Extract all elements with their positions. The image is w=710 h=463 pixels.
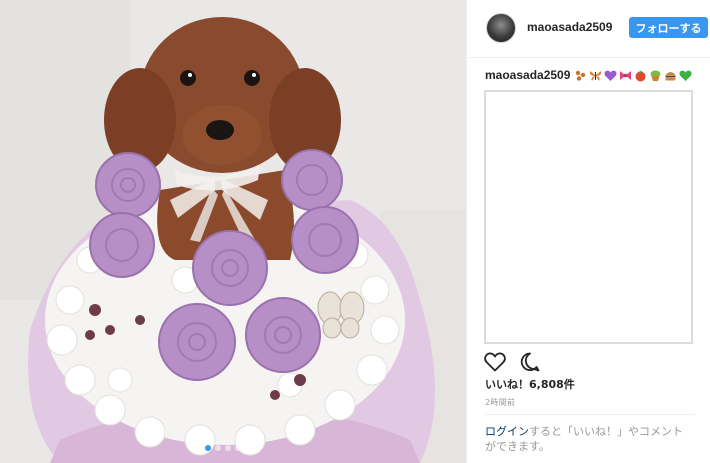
comment-icon[interactable] [520, 352, 540, 372]
post-photo[interactable] [0, 0, 466, 463]
cupcake-icon [650, 70, 661, 81]
login-prompt: ログインすると「いいね！」やコメント ができます。 [485, 424, 693, 454]
purple-heart-icon [604, 70, 617, 81]
ribbon-bow-icon [620, 70, 632, 80]
butterfly-icon [590, 70, 602, 81]
burger-icon [665, 71, 676, 80]
login-prompt-text: すると「いいね！」やコメント [529, 425, 683, 438]
embedded-content-placeholder [484, 90, 693, 344]
carousel-dot [235, 445, 241, 451]
avatar[interactable] [486, 13, 516, 43]
post-header: maoasada2509 フォローする [467, 0, 710, 58]
post-timestamp[interactable]: 2時間前 [485, 397, 515, 408]
post-side-panel: maoasada2509 フォローする maoasada2509 いいね！6,8… [466, 0, 710, 463]
tomato-icon [635, 70, 646, 81]
login-link[interactable]: ログイン [485, 425, 529, 438]
caption-emojis [574, 69, 692, 82]
heart-icon[interactable] [484, 352, 506, 372]
like-count[interactable]: いいね！6,808件 [485, 376, 575, 392]
header-username[interactable]: maoasada2509 [527, 20, 612, 34]
green-heart-icon [679, 70, 692, 81]
carousel-dot [215, 445, 221, 451]
caption: maoasada2509 [485, 68, 707, 82]
post-actions [484, 352, 540, 372]
carousel-dot-active [205, 445, 211, 451]
divider [485, 414, 695, 415]
carousel-dots [205, 445, 241, 451]
paw-prints-icon [576, 70, 586, 81]
carousel-dot [225, 445, 231, 451]
login-prompt-text-2: ができます。 [485, 440, 550, 453]
dog-flower-arrangement-image [0, 0, 466, 463]
follow-button[interactable]: フォローする [629, 17, 708, 38]
caption-username[interactable]: maoasada2509 [485, 68, 570, 82]
